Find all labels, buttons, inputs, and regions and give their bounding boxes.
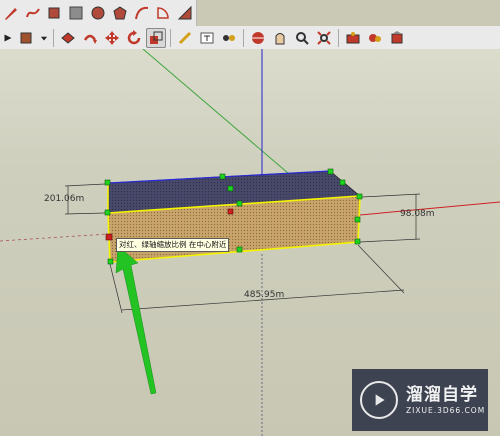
chevron-down-icon[interactable] bbox=[39, 28, 49, 48]
text-icon[interactable] bbox=[197, 28, 217, 48]
rectangle-icon[interactable] bbox=[45, 3, 65, 23]
dimension-height-label: 98.08m bbox=[400, 209, 435, 219]
red-axis-dashed bbox=[0, 233, 109, 242]
pie-icon[interactable] bbox=[153, 3, 173, 23]
watermark-subtitle: ZIXUE.3D66.COM bbox=[406, 405, 486, 415]
scale-tooltip: 对红、绿轴缩放比例 在中心附近 bbox=[116, 238, 230, 252]
main-toolbar bbox=[0, 26, 500, 50]
dimension-width-label: 201.06m bbox=[44, 194, 85, 204]
watermark: 溜溜自学 ZIXUE.3D66.COM bbox=[352, 369, 488, 431]
sweep-icon[interactable] bbox=[175, 3, 195, 23]
freehand-icon[interactable] bbox=[23, 3, 43, 23]
zoom-icon[interactable] bbox=[292, 28, 312, 48]
arc-icon[interactable] bbox=[132, 3, 152, 23]
orbit-icon[interactable] bbox=[248, 28, 268, 48]
warehouse-icon[interactable] bbox=[365, 28, 385, 48]
dimension-length-label: 485.95m bbox=[244, 290, 285, 300]
tape-measure-icon[interactable] bbox=[175, 28, 195, 48]
eraser-icon[interactable] bbox=[17, 28, 37, 48]
circle-icon[interactable] bbox=[88, 3, 108, 23]
pan-icon[interactable] bbox=[270, 28, 290, 48]
extension-icon[interactable] bbox=[387, 28, 407, 48]
play-logo-icon bbox=[360, 381, 398, 419]
pointer-arrow bbox=[115, 245, 157, 395]
scale-icon[interactable] bbox=[146, 27, 166, 48]
drawing-toolbar bbox=[0, 0, 197, 27]
pencil-icon[interactable] bbox=[1, 3, 21, 23]
select-arrow-icon[interactable] bbox=[1, 28, 15, 48]
rotate-icon[interactable] bbox=[124, 28, 144, 48]
paint-bucket-icon[interactable] bbox=[58, 28, 78, 48]
polygon-icon[interactable] bbox=[110, 3, 130, 23]
push-pull-icon[interactable] bbox=[80, 28, 100, 48]
watermark-title: 溜溜自学 bbox=[406, 384, 478, 405]
zoom-extents-icon[interactable] bbox=[314, 28, 334, 48]
move-icon[interactable] bbox=[102, 28, 122, 48]
dimension-icon[interactable] bbox=[219, 28, 239, 48]
component-icon[interactable] bbox=[343, 28, 363, 48]
modeling-viewport[interactable]: 201.06m 98.08m 485.95m 对红、绿轴缩放比例 在中心附近 溜… bbox=[0, 49, 500, 436]
shape-icon[interactable] bbox=[66, 3, 86, 23]
